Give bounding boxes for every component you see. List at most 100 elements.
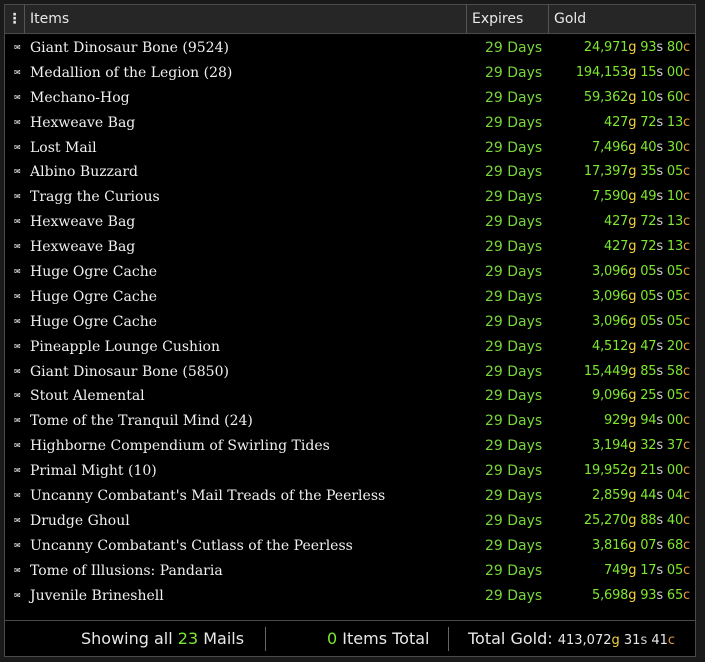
expires-value: 29 Days <box>485 587 543 604</box>
table-row[interactable]: ✉ Pineapple Lounge Cushion 29 Days 4,512g 4… <box>5 335 695 360</box>
expires-value: 29 Days <box>485 363 543 380</box>
mail-icon: ✉ <box>14 316 21 326</box>
item-name: Tome of Illusions: Pandaria <box>30 562 223 579</box>
mail-icon: ✉ <box>14 590 21 600</box>
gold-value: 4,512g 47s 20c <box>592 338 690 354</box>
table-row[interactable]: ✉ Stout Alemental 29 Days 9,096g 25s 05c <box>5 384 695 409</box>
table-row[interactable]: ✉ Juvenile Brineshell 29 Days 5,698g 93s 65… <box>5 584 695 609</box>
expires-value: 29 Days <box>485 537 543 554</box>
mail-icon: ✉ <box>14 267 21 277</box>
table-row[interactable]: ✉ Uncanny Combatant's Mail Treads of the … <box>5 484 695 509</box>
gold-value: 3,816g 07s 68c <box>592 537 690 553</box>
table-row[interactable]: ✉ Mechano-Hog 29 Days 59,362g 10s 60c <box>5 86 695 111</box>
mailbox-panel: ⋮ Items Expires Gold ✉ Giant Dinosaur Bon… <box>4 4 696 657</box>
footer-divider <box>448 627 449 651</box>
item-name: Mechano-Hog <box>30 89 130 106</box>
gold-value: 427g 72s 13c <box>604 114 690 130</box>
gold-value: 3,096g 05s 05c <box>592 313 690 329</box>
mail-icon: ✉ <box>14 43 21 52</box>
table-row[interactable]: ✉ Huge Ogre Cache 29 Days 3,096g 05s 05c <box>5 285 695 310</box>
gold-value: 7,590g 49s 10c <box>592 189 690 205</box>
gold-value: 929g 94s 00c <box>604 413 690 429</box>
gold-value: 194,153g 15s 00c <box>575 64 690 80</box>
expires-value: 29 Days <box>485 164 543 181</box>
table-row[interactable]: ✉ Huge Ogre Cache 29 Days 3,096g 05s 05c <box>5 260 695 285</box>
table-row[interactable]: ✉ Lost Mail 29 Days 7,496g 40s 30c <box>5 136 695 161</box>
mail-icon: ✉ <box>14 416 21 426</box>
item-name: Juvenile Brineshell <box>30 587 164 604</box>
table-row[interactable]: ✉ Highborne Compendium of Swirling Tides 2… <box>5 434 695 459</box>
item-name: Highborne Compendium of Swirling Tides <box>30 438 330 455</box>
expires-value: 29 Days <box>485 189 543 206</box>
mail-icon: ✉ <box>14 540 21 550</box>
expires-value: 29 Days <box>485 562 543 579</box>
expires-value: 29 Days <box>485 438 543 455</box>
table-header: ⋮ Items Expires Gold <box>5 5 695 34</box>
item-name: Drudge Ghoul <box>30 512 130 529</box>
total-gold-summary: Total Gold: 413,072g 31s 41c <box>468 621 675 657</box>
mail-icon: ✉ <box>14 67 21 77</box>
table-row[interactable]: ✉ Hexweave Bag 29 Days 427g 72s 13c <box>5 111 695 136</box>
item-name: Hexweave Bag <box>30 239 136 256</box>
mail-icon: ✉ <box>14 366 21 376</box>
expires-value: 29 Days <box>485 413 543 430</box>
gold-value: 2,859g 44s 04c <box>592 488 690 504</box>
total-gold-value: 413,072g 31s 41c <box>557 633 676 648</box>
mail-icon: ✉ <box>14 291 21 301</box>
item-name: Huge Ogre Cache <box>30 264 157 281</box>
column-menu-button[interactable]: ⋮ <box>5 5 25 33</box>
expires-value: 29 Days <box>485 388 543 405</box>
items-suffix: Items Total <box>342 629 430 648</box>
mail-icon: ✉ <box>14 466 21 476</box>
mail-icon: ✉ <box>14 192 21 202</box>
table-row[interactable]: ✉ Hexweave Bag 29 Days 427g 72s 13c <box>5 210 695 235</box>
expires-value: 29 Days <box>485 139 543 156</box>
table-row[interactable]: ✉ Giant Dinosaur Bone (9524) 29 Days 24,971… <box>5 36 695 61</box>
item-name: Medallion of the Legion (28) <box>30 64 233 81</box>
item-name: Tome of the Tranquil Mind (24) <box>30 413 253 430</box>
expires-value: 29 Days <box>485 463 543 480</box>
item-name: Uncanny Combatant's Mail Treads of the P… <box>30 488 386 505</box>
expires-value: 29 Days <box>485 89 543 106</box>
items-count: 0 <box>327 629 338 648</box>
table-row[interactable]: ✉ Drudge Ghoul 29 Days 25,270g 88s 40c <box>5 509 695 534</box>
column-header-items[interactable]: Items <box>25 5 467 33</box>
table-row[interactable]: ✉ Uncanny Combatant's Cutlass of the Peer… <box>5 534 695 559</box>
item-name: Pineapple Lounge Cushion <box>30 338 220 355</box>
column-header-gold[interactable]: Gold <box>549 5 695 33</box>
item-name: Hexweave Bag <box>30 114 136 131</box>
table-row[interactable]: ✉ Tome of the Tranquil Mind (24) 29 Days 92… <box>5 409 695 434</box>
item-name: Huge Ogre Cache <box>30 288 157 305</box>
item-name: Albino Buzzard <box>30 164 138 181</box>
gold-value: 3,194g 32s 37c <box>592 438 690 454</box>
table-row[interactable]: ✉ Medallion of the Legion (28) 29 Days 194,… <box>5 61 695 86</box>
mail-icon: ✉ <box>14 341 21 351</box>
table-row[interactable]: ✉ Tragg the Curious 29 Days 7,590g 49s 10c <box>5 185 695 210</box>
mail-icon: ✉ <box>14 441 21 451</box>
mail-icon: ✉ <box>14 491 21 501</box>
gold-value: 59,362g 10s 60c <box>583 89 690 105</box>
expires-value: 29 Days <box>485 512 543 529</box>
column-header-expires[interactable]: Expires <box>467 5 549 33</box>
table-row[interactable]: ✉ Hexweave Bag 29 Days 427g 72s 13c <box>5 235 695 260</box>
gold-value: 427g 72s 13c <box>604 214 690 230</box>
item-name: Lost Mail <box>30 139 97 156</box>
table-row[interactable]: ✉ Giant Dinosaur Bone (5850) 29 Days 15,449… <box>5 360 695 385</box>
expires-value: 29 Days <box>485 214 543 231</box>
gold-value: 5,698g 93s 65c <box>592 587 690 603</box>
expires-value: 29 Days <box>485 338 543 355</box>
table-row[interactable]: ✉ Tome of Illusions: Pandaria 29 Days 749g … <box>5 559 695 584</box>
item-name: Uncanny Combatant's Cutlass of the Peerl… <box>30 537 353 554</box>
gold-value: 25,270g 88s 40c <box>583 512 690 528</box>
table-row[interactable]: ✉ Albino Buzzard 29 Days 17,397g 35s 05c <box>5 160 695 185</box>
gold-value: 19,952g 21s 00c <box>583 463 690 479</box>
gold-value: 17,397g 35s 05c <box>583 164 690 180</box>
gold-value: 7,496g 40s 30c <box>592 139 690 155</box>
mail-icon: ✉ <box>14 117 21 127</box>
expires-value: 29 Days <box>485 40 543 56</box>
item-name: Tragg the Curious <box>30 189 160 206</box>
kebab-menu-icon: ⋮ <box>7 11 22 27</box>
total-gold-label: Total Gold: <box>468 629 553 648</box>
table-row[interactable]: ✉ Huge Ogre Cache 29 Days 3,096g 05s 05c <box>5 310 695 335</box>
table-row[interactable]: ✉ Primal Might (10) 29 Days 19,952g 21s 00c <box>5 459 695 484</box>
